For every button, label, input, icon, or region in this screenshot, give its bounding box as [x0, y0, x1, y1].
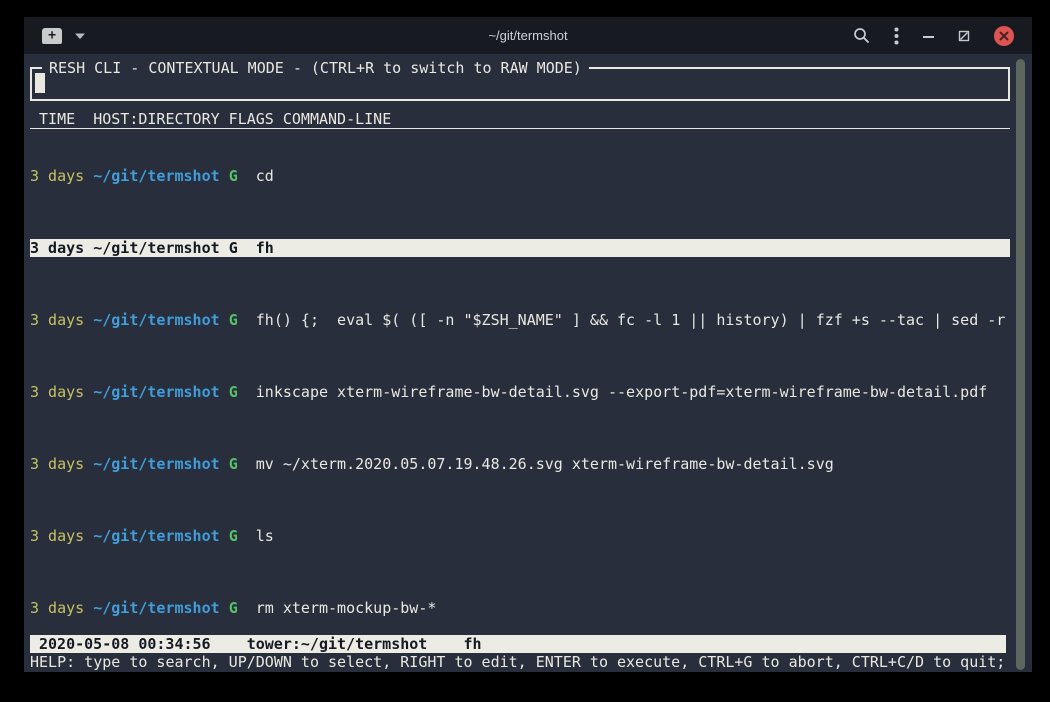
- row-command: mv ~/xterm.2020.05.07.19.48.26.svg xterm…: [256, 455, 834, 473]
- search-box-title: RESH CLI - CONTEXTUAL MODE - (CTRL+R to …: [42, 59, 589, 77]
- history-row[interactable]: 3 days ~/git/termshot G cd: [30, 167, 1010, 185]
- history-row[interactable]: 3 days ~/git/termshot G fh() {; eval $( …: [30, 311, 1010, 329]
- restore-button[interactable]: [958, 30, 970, 42]
- row-host-directory: ~/git/termshot: [93, 167, 219, 185]
- row-command: fh() {; eval $( ([ -n "$ZSH_NAME" ] && f…: [256, 311, 1006, 329]
- row-command: ls: [256, 527, 274, 545]
- titlebar: + ~/git/termshot: [24, 17, 1032, 54]
- new-tab-icon: +: [48, 29, 56, 42]
- search-icon: [853, 27, 870, 44]
- scrollbar[interactable]: [1016, 59, 1025, 670]
- row-flags: G: [229, 455, 238, 473]
- row-flags: G: [229, 599, 238, 617]
- history-row[interactable]: 3 days ~/git/termshot G mv ~/xterm.2020.…: [30, 455, 1010, 473]
- history-row[interactable]: 3 days ~/git/termshot G ls: [30, 527, 1010, 545]
- terminal-window: + ~/git/termshot: [24, 17, 1032, 672]
- row-time: 3 days: [30, 167, 84, 185]
- minimize-button[interactable]: [923, 30, 934, 42]
- row-host-directory: ~/git/termshot: [93, 599, 219, 617]
- search-input[interactable]: RESH CLI - CONTEXTUAL MODE - (CTRL+R to …: [30, 67, 1010, 101]
- row-time: 3 days: [30, 383, 84, 401]
- row-host-directory: ~/git/termshot: [93, 383, 219, 401]
- row-command: fh: [256, 239, 274, 257]
- row-time: 3 days: [30, 527, 84, 545]
- row-time: 3 days: [30, 239, 84, 257]
- row-host-directory: ~/git/termshot: [93, 527, 219, 545]
- history-row[interactable]: 3 days ~/git/termshot G inkscape xterm-w…: [30, 383, 1010, 401]
- tab-dropdown-button[interactable]: [74, 32, 86, 40]
- row-time: 3 days: [30, 455, 84, 473]
- row-flags: G: [229, 167, 238, 185]
- row-host-directory: ~/git/termshot: [93, 239, 219, 257]
- chevron-down-icon: [74, 32, 86, 40]
- history-list: 3 days ~/git/termshot G cd 3 days ~/git/…: [30, 131, 1010, 635]
- search-button[interactable]: [853, 27, 870, 44]
- status-command: fh: [463, 635, 481, 653]
- row-time: 3 days: [30, 599, 84, 617]
- menu-button[interactable]: [894, 27, 899, 45]
- row-flags: G: [229, 311, 238, 329]
- row-host-directory: ~/git/termshot: [93, 455, 219, 473]
- close-button[interactable]: [994, 26, 1014, 46]
- history-row[interactable]: 3 days ~/git/termshot G fh: [30, 239, 1010, 257]
- row-flags: G: [229, 383, 238, 401]
- status-location: tower:~/git/termshot: [247, 635, 428, 653]
- row-command: cd: [256, 167, 274, 185]
- row-host-directory: ~/git/termshot: [93, 311, 219, 329]
- status-gap: [211, 635, 247, 653]
- status-bar: 2020-05-08 00:34:56 tower:~/git/termshot f…: [30, 635, 1006, 653]
- status-gap: [427, 635, 463, 653]
- text-cursor-icon: [35, 73, 45, 93]
- kebab-menu-icon: [894, 27, 899, 45]
- restore-icon: [958, 30, 970, 42]
- row-command: inkscape xterm-wireframe-bw-detail.svg -…: [256, 383, 988, 401]
- row-flags: G: [229, 239, 238, 257]
- status-datetime: 2020-05-08 00:34:56: [39, 635, 211, 653]
- history-row[interactable]: 3 days ~/git/termshot G rm xterm-mockup-…: [30, 599, 1010, 617]
- terminal-content: RESH CLI - CONTEXTUAL MODE - (CTRL+R to …: [24, 54, 1032, 672]
- help-line: HELP: type to search, UP/DOWN to select,…: [30, 653, 1026, 671]
- minimize-icon: [923, 30, 934, 42]
- row-flags: G: [229, 527, 238, 545]
- row-command: rm xterm-mockup-bw-*: [256, 599, 437, 617]
- table-header: TIME HOST:DIRECTORY FLAGS COMMAND-LINE: [30, 110, 1010, 129]
- row-time: 3 days: [30, 311, 84, 329]
- close-icon: [999, 31, 1009, 41]
- new-tab-button[interactable]: +: [42, 28, 62, 44]
